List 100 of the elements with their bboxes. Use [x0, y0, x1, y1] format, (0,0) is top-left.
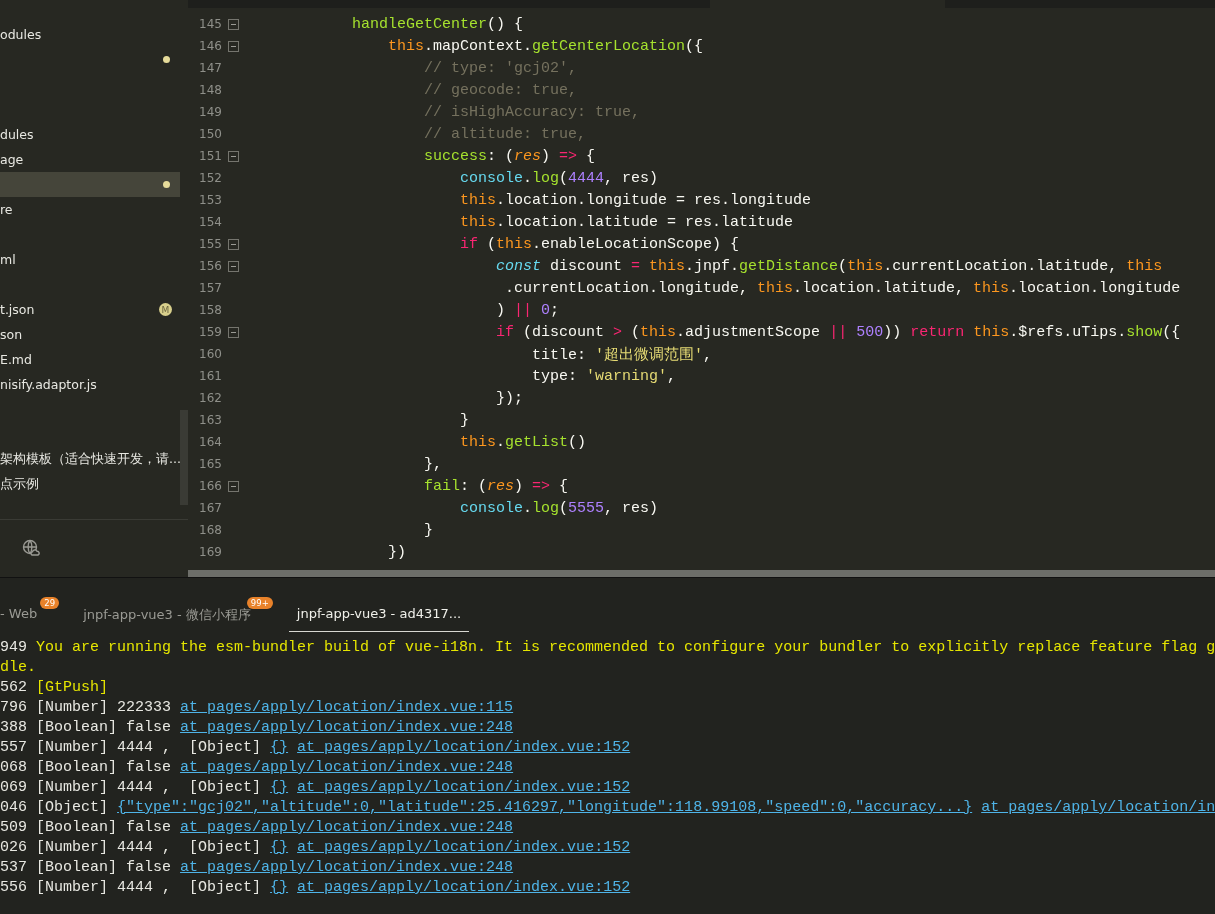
- line-number: 153: [198, 193, 222, 207]
- line-number: 164: [198, 435, 222, 449]
- file-item[interactable]: dules: [0, 122, 180, 147]
- keyword: const: [496, 257, 541, 275]
- code-comment: // geocode: true,: [424, 81, 578, 99]
- number-literal: 5555: [568, 499, 605, 517]
- log-text: [Number] 4444 , [Object]: [36, 838, 262, 858]
- source-link[interactable]: at pages/apply/location/index.vue:152: [297, 738, 631, 758]
- code-text: (: [559, 169, 569, 187]
- source-link[interactable]: at pages/apply/location/index.vue:152: [297, 838, 631, 858]
- operator: =>: [532, 477, 551, 495]
- source-link[interactable]: at pages/apply/location/index.vue:248: [180, 858, 514, 878]
- code-comment: // altitude: true,: [424, 125, 587, 143]
- source-link[interactable]: {}: [270, 878, 289, 898]
- fold-icon[interactable]: [227, 238, 239, 250]
- code-text: title:: [532, 346, 587, 364]
- function-name: log: [532, 169, 560, 187]
- fold-icon[interactable]: [227, 480, 239, 492]
- file-item[interactable]: ml: [0, 247, 180, 272]
- log-timestamp: 026: [0, 838, 27, 858]
- source-link[interactable]: at pages/apply/location/index.vue:152: [297, 878, 631, 898]
- code-text: ({: [1162, 323, 1181, 341]
- string-literal: '超出微调范围': [595, 346, 704, 364]
- code-text: : (: [487, 147, 515, 165]
- status-badge: M: [159, 303, 172, 316]
- fold-icon[interactable]: [227, 18, 239, 30]
- code-text: .: [523, 169, 533, 187]
- line-number: 156: [198, 259, 222, 273]
- code-text: (): [568, 433, 587, 451]
- code-text: (: [559, 499, 569, 517]
- source-link[interactable]: {}: [270, 738, 289, 758]
- count-badge: 29: [40, 597, 60, 609]
- log-text: [Boolean] false: [36, 858, 172, 878]
- builtin-name: console: [460, 169, 523, 187]
- log-timestamp: 069: [0, 778, 27, 798]
- log-timestamp: 562: [0, 678, 27, 698]
- code-text: (: [630, 323, 641, 341]
- file-item[interactable]: son: [0, 322, 180, 347]
- code-text: });: [496, 389, 523, 407]
- file-item[interactable]: re: [0, 197, 180, 222]
- source-link[interactable]: at pages/apply/location/index.vue:248: [180, 758, 514, 778]
- line-number: 162: [198, 391, 222, 405]
- fold-icon[interactable]: [227, 260, 239, 272]
- log-text: [Number] 4444 , [Object]: [36, 878, 262, 898]
- code-text: )): [883, 323, 903, 341]
- fold-icon[interactable]: [227, 326, 239, 338]
- source-link[interactable]: {}: [270, 838, 289, 858]
- source-link[interactable]: at pages/apply/location/index.vue:248: [180, 718, 514, 738]
- globe-icon[interactable]: [22, 539, 40, 558]
- operator: return: [910, 323, 966, 341]
- keyword: this: [460, 433, 496, 451]
- keyword: this: [640, 323, 677, 341]
- file-item[interactable]: odules: [0, 22, 180, 47]
- source-link[interactable]: at pages/apply/location/index.vue:115: [180, 698, 514, 718]
- keyword: this: [847, 257, 884, 275]
- keyword: this: [1126, 257, 1163, 275]
- fold-icon[interactable]: [227, 150, 239, 162]
- code-text: .location.latitude = res.latitude: [496, 213, 794, 231]
- code-text: , res): [604, 499, 659, 517]
- source-link[interactable]: {}: [270, 778, 289, 798]
- line-number: 168: [198, 523, 222, 537]
- source-link[interactable]: at pages/apply/location/index.vue:152: [297, 778, 631, 798]
- keyword: this: [460, 191, 496, 209]
- string-literal: 'warning': [586, 367, 668, 385]
- function-name: getCenterLocation: [532, 37, 686, 55]
- log-timestamp: 068: [0, 758, 27, 778]
- code-text: .$refs.uTips.: [1009, 323, 1127, 341]
- log-timestamp: 509: [0, 818, 27, 838]
- code-text: : (: [460, 477, 488, 495]
- file-item[interactable]: t.json M: [0, 297, 180, 322]
- file-item[interactable]: nisify.adaptor.js: [0, 372, 180, 397]
- parameter: res: [487, 477, 515, 495]
- log-text: [Object]: [36, 798, 109, 818]
- source-link[interactable]: at pages/apply/location/index.vue:248: [180, 818, 514, 838]
- log-text: [Boolean] false: [36, 818, 172, 838]
- file-item[interactable]: E.md: [0, 347, 180, 372]
- line-number: 146: [198, 39, 222, 53]
- operator: if: [460, 235, 478, 253]
- code-text: }: [460, 411, 469, 429]
- code-text: }): [388, 543, 406, 561]
- log-timestamp: 537: [0, 858, 27, 878]
- line-number: 157: [198, 281, 222, 295]
- function-name: fail: [424, 477, 460, 495]
- scrollbar[interactable]: [188, 570, 1215, 577]
- function-name: getDistance: [739, 257, 839, 275]
- line-number: 155: [198, 237, 222, 251]
- console-tab[interactable]: jnpf-app-vue3 - 微信小程序: [75, 606, 259, 632]
- operator: if: [496, 323, 514, 341]
- fold-icon[interactable]: [227, 40, 239, 52]
- log-text: [Boolean] false: [36, 758, 172, 778]
- console-tab[interactable]: - Web: [0, 606, 46, 632]
- source-link[interactable]: at pages/apply/location/in: [981, 798, 1215, 818]
- operator: =>: [559, 147, 578, 165]
- file-item[interactable]: 架构模板（适合快速开发，请...: [0, 447, 180, 472]
- source-link[interactable]: {"type":"gcj02","altitude":0,"latitude":25.416297,"longitude":118.99108,"speed":0,"accuracy...}: [117, 798, 973, 818]
- file-item[interactable]: 点示例: [0, 472, 180, 497]
- console-tab[interactable]: jnpf-app-vue3 - ad4317...: [288, 606, 470, 632]
- line-number: 154: [198, 215, 222, 229]
- file-item[interactable]: age: [0, 147, 180, 172]
- code-text: ): [514, 477, 525, 495]
